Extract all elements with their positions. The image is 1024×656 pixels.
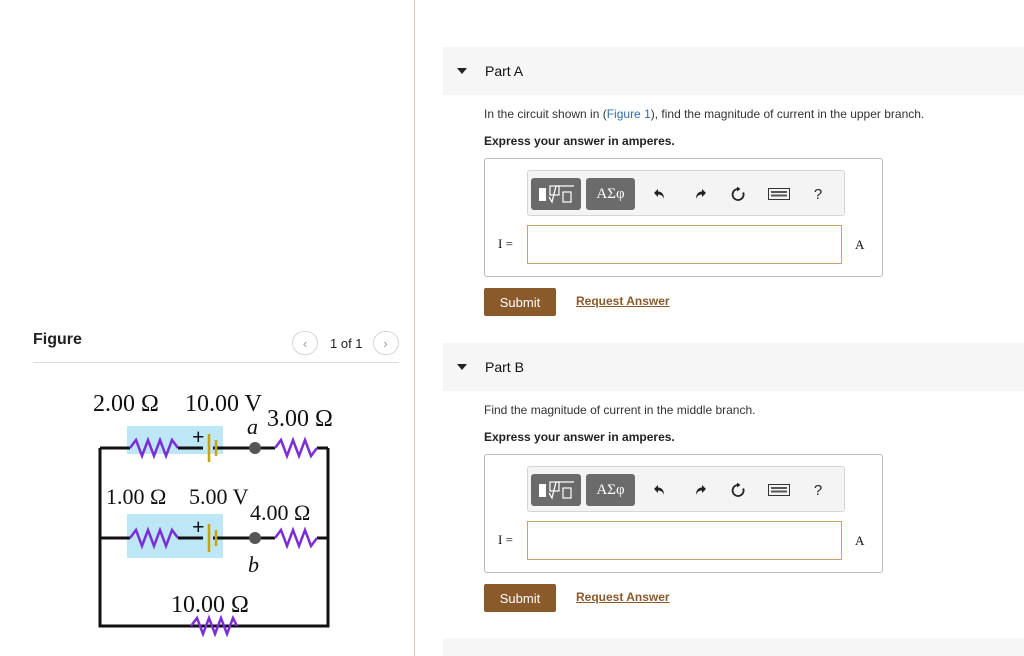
label-r-top-left: 2.00 Ω [93,391,159,417]
greek-letters-icon[interactable]: ΑΣφ [586,474,635,506]
part-a-instruction: Express your answer in amperes. [484,134,675,148]
reset-icon[interactable] [728,183,748,205]
node-b-dot [249,532,261,544]
question-text-prefix: In the circuit shown in ( [484,107,607,121]
answer-unit: A [855,237,865,252]
part-b-title: Part B [485,359,524,375]
answer-input[interactable] [527,225,842,264]
resistor-top-right [274,436,318,460]
greek-letters-icon[interactable]: ΑΣφ [586,178,635,210]
circuit-diagram: 2.00 Ω 10.00 V a 3.00 Ω + 1.00 Ω 5.00 V … [93,391,333,638]
label-emf-mid: 5.00 V [189,484,249,509]
figure-pager: ‹ 1 of 1 › [292,331,399,355]
help-icon[interactable]: ? [810,183,826,205]
caret-down-icon[interactable] [457,364,467,370]
part-a-title: Part A [485,63,524,79]
templates-icon[interactable] [531,474,581,506]
keyboard-icon[interactable] [767,183,791,205]
next-part-header [443,638,1024,656]
label-r-top-right: 3.00 Ω [267,406,333,432]
answer-label: I = [498,236,513,251]
label-r-mid-left: 1.00 Ω [106,484,166,509]
part-b-question: Find the magnitude of current in the mid… [484,403,756,417]
chevron-left-icon[interactable]: ‹ [292,331,318,355]
reset-icon[interactable] [728,479,748,501]
figure-divider [33,362,399,363]
request-answer-link[interactable]: Request Answer [576,294,670,308]
part-a-header[interactable]: Part A [443,47,1024,95]
part-a-answer-box: ΑΣφ ? I = A [484,158,883,277]
help-icon[interactable]: ? [810,479,826,501]
part-b-answer-box: ΑΣφ ? I = A [484,454,883,573]
plus-top: + [192,424,205,449]
undo-icon[interactable] [650,183,670,205]
answer-label: I = [498,532,513,547]
questions-panel: Part A In the circuit shown in (Figure 1… [415,0,1024,656]
figure-link[interactable]: Figure 1 [607,107,651,121]
label-node-a: a [247,414,258,439]
figure-panel: Figure ‹ 1 of 1 › 2.00 Ω 10.00 V a 3.00 … [0,0,414,656]
redo-icon[interactable] [690,479,710,501]
keyboard-icon[interactable] [767,479,791,501]
node-a-dot [249,442,261,454]
label-r-mid-right: 4.00 Ω [250,500,310,525]
label-node-b: b [248,552,259,577]
chevron-right-icon[interactable]: › [372,331,399,355]
submit-button[interactable]: Submit [484,288,556,316]
math-toolbar: ΑΣφ ? [527,170,845,216]
answer-input[interactable] [527,521,842,560]
part-b-header[interactable]: Part B [443,343,1024,391]
part-b-instruction: Express your answer in amperes. [484,430,675,444]
question-text-suffix: ), find the magnitude of current in the … [650,107,925,121]
figure-label: Figure [33,331,82,348]
templates-icon[interactable] [531,178,581,210]
redo-icon[interactable] [690,183,710,205]
pager-text: 1 of 1 [330,335,363,351]
math-toolbar: ΑΣφ ? [527,466,845,512]
part-a-question: In the circuit shown in (Figure 1), find… [484,107,924,121]
caret-down-icon[interactable] [457,68,467,74]
request-answer-link[interactable]: Request Answer [576,590,670,604]
label-r-bottom: 10.00 Ω [171,592,249,618]
plus-mid: + [192,514,205,539]
resistor-mid-right [274,526,318,550]
undo-icon[interactable] [650,479,670,501]
submit-button[interactable]: Submit [484,584,556,612]
answer-unit: A [855,533,865,548]
